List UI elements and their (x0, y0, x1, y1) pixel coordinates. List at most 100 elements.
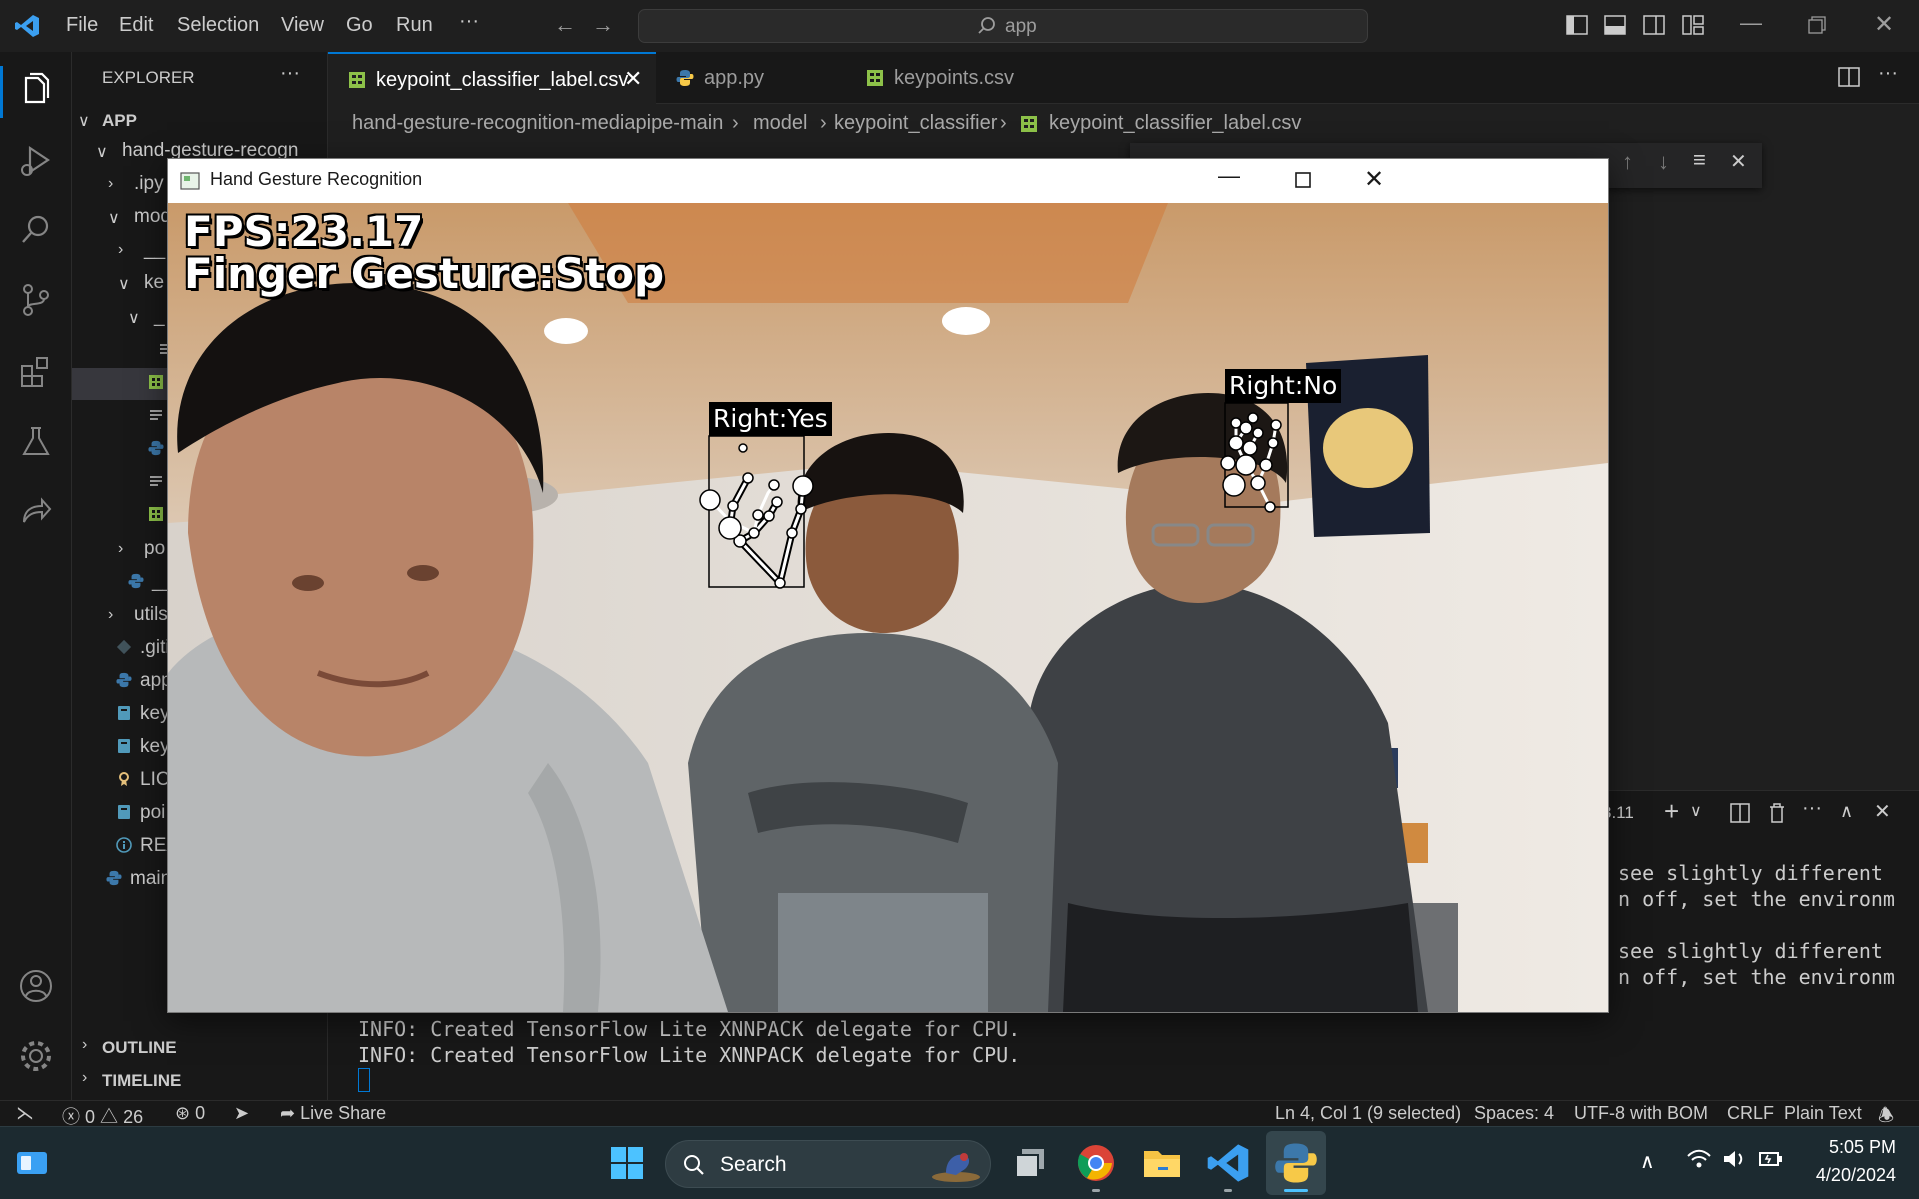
split-terminal-icon[interactable] (1730, 803, 1750, 828)
indentation[interactable]: Spaces: 4 (1474, 1103, 1554, 1124)
hand-gesture-window[interactable]: Hand Gesture Recognition — ✕ FPS:23.17 F… (167, 158, 1609, 1013)
tree-root-app[interactable]: ∨ APP (72, 105, 328, 137)
cursor-position[interactable]: Ln 4, Col 1 (9 selected) (1275, 1103, 1461, 1124)
csv-file-icon (116, 738, 134, 756)
live-share-icon[interactable] (16, 492, 56, 532)
window-close-icon[interactable]: ✕ (1364, 165, 1384, 194)
tab-app-py[interactable]: app.py (656, 52, 836, 104)
breadcrumb-item[interactable]: keypoint_classifier (834, 112, 997, 135)
trash-icon[interactable] (1768, 803, 1786, 828)
menu-run[interactable]: Run (396, 14, 433, 37)
language-mode[interactable]: Plain Text (1784, 1103, 1862, 1124)
breadcrumb-separator-icon: › (732, 112, 739, 134)
settings-gear-icon[interactable] (16, 1036, 56, 1076)
back-arrow-icon[interactable]: ← (554, 12, 576, 38)
outline-section[interactable]: › OUTLINE (72, 1030, 328, 1062)
timeline-title: TIMELINE (102, 1071, 182, 1090)
toggle-panel-icon[interactable] (1604, 15, 1626, 40)
menu-selection[interactable]: Selection (177, 14, 259, 37)
terminal-dropdown-icon[interactable]: ∨ (1690, 801, 1702, 821)
wifi-icon[interactable] (1686, 1147, 1712, 1176)
command-center-search[interactable]: app (638, 9, 1368, 43)
terminal-line: n off, set the environm (1618, 965, 1895, 989)
source-control-icon[interactable] (16, 280, 56, 320)
start-windows-icon[interactable] (605, 1141, 649, 1185)
tree-item-label: poi (140, 802, 166, 823)
widgets-icon[interactable] (16, 1149, 48, 1177)
battery-icon[interactable] (1758, 1147, 1784, 1176)
timeline-section[interactable]: › TIMELINE (72, 1063, 328, 1095)
window-title: Hand Gesture Recognition (210, 169, 423, 189)
accounts-icon[interactable] (16, 966, 56, 1006)
tab-keypoints-csv[interactable]: keypoints.csv (836, 52, 1036, 104)
search-view-icon[interactable] (16, 210, 56, 250)
remote-icon[interactable]: ⋋ (16, 1103, 34, 1124)
menu-view[interactable]: View (281, 14, 324, 37)
menu-more[interactable]: ··· (459, 10, 479, 33)
toggle-primary-sidebar-icon[interactable] (1566, 15, 1588, 40)
vscode-running-indicator (1224, 1189, 1232, 1192)
restore-icon[interactable] (1808, 16, 1826, 39)
new-terminal-icon[interactable]: + (1664, 796, 1679, 827)
tab-close-icon[interactable]: ✕ (624, 66, 642, 92)
end-of-line[interactable]: CRLF (1727, 1103, 1774, 1124)
window-maximize-icon[interactable] (1295, 172, 1311, 193)
explorer-icon[interactable] (16, 70, 56, 110)
close-window-icon[interactable]: ✕ (1874, 10, 1894, 39)
breadcrumb-item[interactable]: hand-gesture-recognition-mediapipe-main (352, 112, 723, 135)
camera-feed: FPS:23.17 Finger Gesture:Stop Right:Yes … (168, 203, 1608, 1012)
tree-item-label: ke (144, 272, 165, 293)
error-count: 0 (85, 1107, 96, 1127)
editor-more-icon[interactable]: ··· (1878, 62, 1898, 85)
terminal-cursor[interactable] (358, 1068, 370, 1092)
tree-item-label: __ (144, 239, 166, 260)
chevron-icon: › (108, 606, 114, 623)
panel-more-icon[interactable]: ··· (1802, 797, 1822, 820)
ports-count: 0 (195, 1103, 206, 1123)
active-indicator (0, 66, 3, 118)
tree-item-label: main (130, 868, 172, 889)
encoding[interactable]: UTF-8 with BOM (1574, 1103, 1708, 1124)
close-find-icon[interactable]: ✕ (1730, 149, 1747, 174)
window-title-bar[interactable]: Hand Gesture Recognition — ✕ (168, 159, 1608, 203)
show-hidden-icons-icon[interactable]: ∧ (1640, 1149, 1655, 1174)
clock-time[interactable]: 5:05 PM (1826, 1137, 1896, 1158)
testing-icon[interactable] (16, 422, 56, 462)
menu-go[interactable]: Go (346, 14, 373, 37)
maximize-panel-icon[interactable]: ∧ (1840, 801, 1853, 822)
forward-arrow-icon[interactable]: → (592, 12, 614, 38)
ports-status[interactable]: ⊛ 0 (175, 1103, 205, 1124)
find-in-selection-icon[interactable]: ≡ (1693, 147, 1706, 173)
chevron-icon: ∨ (118, 276, 130, 293)
close-panel-icon[interactable]: ✕ (1874, 799, 1891, 824)
menu-edit[interactable]: Edit (119, 14, 153, 37)
breadcrumb-item[interactable]: keypoint_classifier_label.csv (1049, 112, 1301, 135)
tab-keypoint-classifier-label[interactable]: keypoint_classifier_label.csv ✕ (328, 52, 656, 104)
window-minimize-icon[interactable]: — (1218, 163, 1240, 189)
clock-date[interactable]: 4/20/2024 (1806, 1165, 1896, 1186)
extensions-icon[interactable] (16, 352, 56, 392)
run-debug-icon[interactable] (16, 140, 56, 180)
run-icon[interactable]: ➤ (234, 1103, 249, 1124)
next-match-icon[interactable]: ↓ (1658, 149, 1669, 175)
file-explorer-icon[interactable] (1140, 1141, 1184, 1185)
hand-label-yes: Right:Yes (709, 402, 832, 436)
task-view-icon[interactable] (1008, 1141, 1052, 1185)
live-share-status[interactable]: ➦ Live Share (280, 1103, 386, 1124)
minimize-icon[interactable]: — (1740, 10, 1762, 36)
chrome-icon[interactable] (1074, 1141, 1118, 1185)
terminal-line: see slightly different (1618, 939, 1883, 963)
menu-file[interactable]: File (66, 14, 98, 37)
volume-icon[interactable] (1722, 1147, 1748, 1176)
vscode-taskbar-icon[interactable] (1206, 1141, 1250, 1185)
python-window-taskbar-item[interactable] (1266, 1131, 1326, 1195)
explorer-more-button[interactable]: ··· (280, 62, 300, 85)
taskbar-search[interactable]: Search (665, 1140, 991, 1188)
customize-layout-icon[interactable] (1682, 15, 1704, 40)
breadcrumb-item[interactable]: model (753, 112, 807, 135)
previous-match-icon[interactable]: ↑ (1622, 149, 1633, 175)
toggle-secondary-sidebar-icon[interactable] (1643, 15, 1665, 40)
python-file-icon (128, 573, 146, 591)
tree-item-label: .ipy (134, 173, 164, 194)
split-editor-icon[interactable] (1838, 67, 1860, 92)
